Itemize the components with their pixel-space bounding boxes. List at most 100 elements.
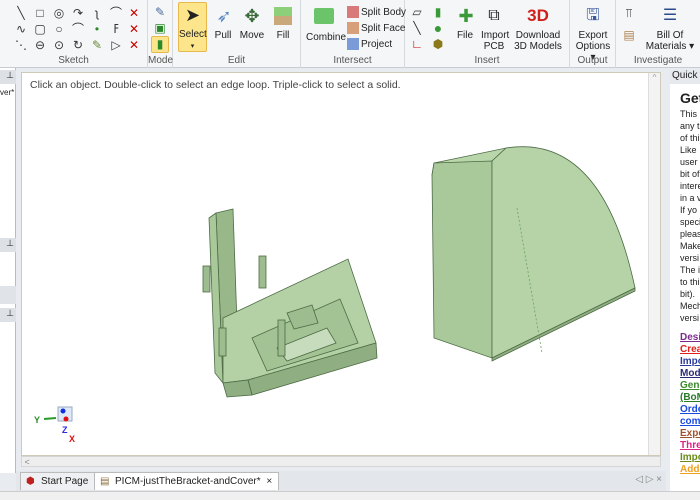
fill-button[interactable]: Fill — [271, 4, 295, 41]
combine-button[interactable]: Combine — [306, 4, 346, 43]
line-tool-icon[interactable]: ╲ — [14, 6, 28, 20]
caliper-icon[interactable]: ⫪ — [622, 6, 636, 20]
cylinder-icon[interactable]: ▮ — [431, 5, 445, 19]
close-tab-icon[interactable]: × — [266, 476, 272, 487]
split-curve-icon[interactable]: ✕ — [127, 22, 141, 36]
panel-text-line: The i — [680, 265, 700, 275]
axis-icon[interactable]: ╲ — [410, 21, 424, 35]
panel-link[interactable]: Expo — [670, 428, 700, 440]
pin-icon[interactable]: ⊥ — [0, 308, 16, 322]
project-tool-icon[interactable]: ߓ — [109, 22, 123, 36]
split-face-button[interactable]: Split Face — [347, 22, 405, 34]
panel-link[interactable]: Mod — [670, 368, 700, 380]
y-axis-label: Y — [34, 415, 40, 425]
cover-model — [431, 146, 636, 362]
sphere-icon[interactable]: ● — [431, 21, 445, 35]
panel-text-line: Like — [680, 145, 697, 155]
panel-text-line: speci — [680, 217, 700, 227]
pull-button[interactable]: ➶ Pull — [211, 4, 235, 41]
rectangle-tool-icon[interactable]: □ — [33, 6, 47, 20]
tab-document[interactable]: ▤ PICM-justTheBracket-andCover* × — [94, 472, 280, 490]
tab-start-page[interactable]: ⬢ Start Page — [20, 472, 96, 490]
panel-text-line: any t — [680, 121, 700, 131]
three-point-arc-icon[interactable]: ↻ — [71, 38, 85, 52]
ellipse-tool-icon[interactable]: ⊖ — [33, 38, 47, 52]
face-curve-icon[interactable]: ✎ — [90, 38, 104, 52]
tangent-line-icon[interactable]: ∿ — [14, 22, 28, 36]
left-panel: ⊥ ver* ⊥ ⊥ — [0, 68, 16, 473]
arc-tool-icon[interactable]: ↷ — [71, 6, 85, 20]
wood-icon[interactable]: ▤ — [622, 28, 636, 42]
panel-text-line: bit of — [680, 169, 700, 179]
origin-icon[interactable]: ∟ — [410, 37, 424, 51]
export-icon: 🖫 — [586, 7, 600, 24]
project-label: Project — [361, 38, 393, 50]
document-icon: ▤ — [100, 476, 110, 487]
plane-icon[interactable]: ▱ — [410, 5, 424, 19]
file-button[interactable]: ✚ File — [453, 4, 477, 41]
panel-link[interactable]: Orde — [670, 404, 700, 416]
panel-link[interactable]: Impo — [670, 356, 700, 368]
panel-link[interactable]: com — [670, 416, 700, 428]
sketch-mode-icon[interactable]: ✎ — [153, 5, 167, 19]
three-point-circle-icon[interactable]: ○ — [52, 22, 66, 36]
download-3d-models-button[interactable]: 3D Download 3D Models — [511, 4, 565, 52]
pin-icon[interactable]: ⊥ — [0, 238, 16, 252]
quick-start-panel: Quick G Get This any t of thi Like user bit o… — [670, 70, 700, 492]
split-face-label: Split Face — [361, 22, 406, 34]
bend-tool-icon[interactable]: ▷ — [109, 38, 123, 52]
mode-group: ✎ ▣ ▮ Mode — [148, 0, 173, 68]
status-bar — [0, 491, 700, 500]
insert-file-icon: ✚ — [458, 6, 474, 26]
panel-link[interactable]: Gen — [670, 380, 700, 392]
panel-link[interactable]: Addi — [670, 464, 700, 476]
split-body-button[interactable]: Split Body — [347, 6, 406, 18]
panel-link[interactable]: Desi — [670, 332, 700, 344]
panel-text-line: intere — [680, 181, 700, 191]
project-button[interactable]: Project — [347, 38, 392, 50]
panel-link[interactable]: Thre — [670, 440, 700, 452]
select-button[interactable]: ➤ Select ▾ — [178, 2, 207, 52]
circle-tool-icon[interactable]: ◎ — [52, 6, 66, 20]
pcb-icon: ⧉ — [488, 7, 500, 24]
bill-of-materials-button[interactable]: ☰ Bill Of Materials ▾ — [644, 4, 696, 52]
shell-icon[interactable]: ⬢ — [431, 37, 445, 51]
model-canvas[interactable]: Y Z X — [22, 73, 662, 457]
edit-group-label: Edit — [227, 55, 246, 66]
axis-triad: Y Z X — [34, 406, 75, 444]
spline-tool-icon[interactable]: ʅ — [90, 6, 104, 20]
tab-label: Start Page — [41, 476, 89, 487]
panel-link[interactable]: Crea — [670, 344, 700, 356]
structure-tree-item[interactable]: ver* — [0, 88, 14, 97]
vertical-scrollbar[interactable]: ^ — [648, 73, 660, 455]
sketch-group-label: Sketch — [58, 55, 89, 66]
panel-text-line: Make — [680, 241, 700, 251]
sweep-arc-icon[interactable]: ⌒ — [71, 22, 85, 36]
panel-link[interactable]: (BoM — [670, 392, 700, 404]
section-mode-icon[interactable]: ▣ — [153, 21, 167, 35]
3d-mode-icon[interactable]: ▮ — [151, 36, 169, 53]
pin-icon[interactable]: ⊥ — [0, 70, 16, 84]
polygon-tool-icon[interactable]: ⊙ — [52, 38, 66, 52]
cursor-arrow-icon: ➤ — [184, 5, 201, 25]
trim-tool-icon[interactable]: ✕ — [127, 6, 141, 20]
three-point-rect-icon[interactable]: ▢ — [33, 22, 47, 36]
point-tool-icon[interactable]: • — [90, 22, 104, 36]
horizontal-scrollbar[interactable]: < — [21, 456, 661, 467]
panel-text-line: versi — [680, 313, 700, 323]
z-axis-label: Z — [62, 425, 68, 435]
panel-heading: Get — [680, 90, 700, 106]
3d-viewport[interactable]: Click an object. Double-click to select … — [21, 72, 661, 456]
import-pcb-button[interactable]: ⧉ Import PCB — [481, 4, 509, 52]
panel-text-line: bit). — [680, 289, 696, 299]
construction-line-icon[interactable]: ⋱ — [14, 38, 28, 52]
tab-nav-icons[interactable]: ◁ ▷ × — [635, 474, 662, 485]
offset-tool-icon[interactable]: ⌒ — [109, 6, 123, 20]
panel-link[interactable]: Impo — [670, 452, 700, 464]
panel-text-line: pleas — [680, 229, 700, 239]
bracket-model — [202, 208, 378, 398]
document-tabs: ⬢ Start Page ▤ PICM-justTheBracket-andCo… — [16, 471, 666, 491]
edit-group: ➤ Select ▾ ➶ Pull ✥ Move Fill Edit — [173, 0, 301, 68]
corner-tool-icon[interactable]: ✕ — [127, 38, 141, 52]
move-button[interactable]: ✥ Move — [239, 4, 265, 41]
